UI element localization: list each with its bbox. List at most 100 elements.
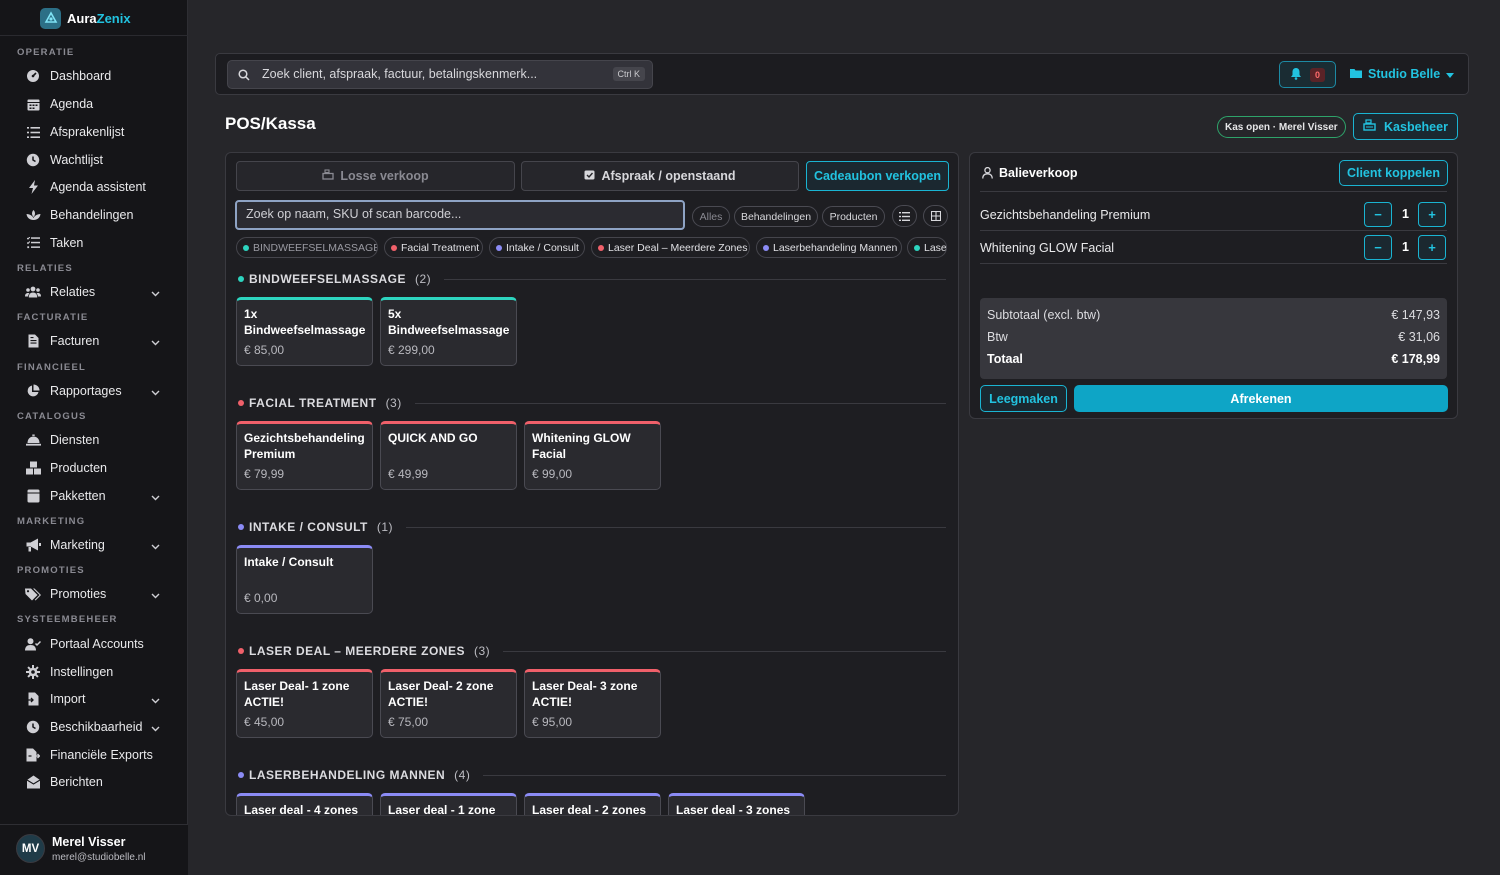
sidebar-item-marketing[interactable]: Marketing: [25, 533, 165, 557]
cart-line-qty: 1: [1402, 207, 1409, 221]
cart-line-name: Gezichtsbehandeling Premium: [980, 207, 1151, 222]
category-name: LASER DEAL – MEERDERE ZONES: [249, 644, 465, 658]
sidebar-item-berichten[interactable]: Berichten: [25, 770, 165, 794]
product-card[interactable]: QUICK AND GO € 49,99: [380, 421, 517, 490]
category-chip[interactable]: Intake / Consult: [489, 237, 585, 258]
sidebar-item-afsprakenlijst[interactable]: Afsprakenlijst: [25, 120, 165, 144]
sidebar-item-portaal-accounts[interactable]: Portaal Accounts: [25, 632, 165, 656]
filter-producten[interactable]: Producten: [822, 206, 885, 227]
product-card[interactable]: Whitening GLOW Facial € 99,00: [524, 421, 661, 490]
sidebar-item-instellingen[interactable]: Instellingen: [25, 660, 165, 684]
notification-count: 0: [1309, 67, 1325, 82]
user-profile[interactable]: MV Merel Visser merel@studiobelle.nl: [0, 824, 188, 875]
pos-products-panel: Losse verkoop Afspraak / openstaand Cade…: [225, 152, 959, 816]
product-card[interactable]: Laser deal - 2 zones: [524, 793, 661, 816]
product-card[interactable]: Laser deal - 3 zones: [668, 793, 805, 815]
sidebar-item-relaties[interactable]: Relaties: [25, 280, 165, 304]
calendar-check-icon: [584, 169, 595, 183]
total-label: Totaal: [987, 352, 1023, 366]
message-icon: [25, 774, 41, 790]
tab-afspraak-openstaand[interactable]: Afspraak / openstaand: [521, 161, 799, 191]
product-card[interactable]: Intake / Consult € 0,00: [236, 545, 373, 614]
product-card[interactable]: 1x Bindweefselmassage € 85,00: [236, 297, 373, 366]
cart-line: Gezichtsbehandeling Premium − 1 +: [980, 199, 1447, 231]
product-card[interactable]: Laser Deal- 1 zone ACTIE! € 45,00: [236, 669, 373, 738]
product-card[interactable]: 5x Bindweefselmassage € 299,00: [380, 297, 517, 366]
filter-behandelingen[interactable]: Behandelingen: [734, 206, 818, 227]
sidebar-item-label: Portaal Accounts: [50, 637, 144, 651]
product-name: Laser Deal- 1 zone ACTIE!: [244, 679, 350, 709]
filter-alles[interactable]: Alles: [692, 206, 730, 227]
sidebar-item-label: Diensten: [50, 433, 100, 447]
sidebar-item-label: Relaties: [50, 285, 96, 299]
grid-view-button[interactable]: [923, 205, 948, 227]
sidebar-item-financi-le-exports[interactable]: Financiële Exports: [25, 743, 165, 767]
increase-qty-button[interactable]: +: [1418, 202, 1446, 227]
global-search[interactable]: Zoek client, afspraak, factuur, betaling…: [227, 60, 653, 89]
sidebar-item-promoties[interactable]: Promoties: [25, 582, 165, 606]
nav-section-systeembeheer: SYSTEEMBEHEER: [17, 614, 118, 625]
product-name: 5x Bindweefselmassage: [388, 307, 510, 337]
category-chip[interactable]: Facial Treatment: [384, 237, 483, 258]
sidebar-item-label: Behandelingen: [50, 208, 134, 222]
product-card[interactable]: Laser deal - 1 zone: [380, 793, 517, 815]
sidebar-item-wachtlijst[interactable]: Wachtlijst: [25, 148, 165, 172]
decrease-qty-button[interactable]: −: [1364, 235, 1392, 260]
sidebar-item-label: Marketing: [50, 538, 105, 552]
kasbeheer-button[interactable]: Kasbeheer: [1353, 113, 1458, 140]
page-title: POS/Kassa: [225, 114, 316, 133]
link-client-button[interactable]: Client koppelen: [1339, 160, 1448, 186]
category-count: (2): [415, 272, 432, 286]
product-card[interactable]: Laser Deal- 3 zone ACTIE! € 95,00: [524, 669, 661, 738]
category-chip[interactable]: Laserbehandeling Mannen: [756, 237, 902, 258]
product-search-input[interactable]: Zoek op naam, SKU of scan barcode...: [235, 200, 685, 230]
sidebar-item-behandelingen[interactable]: Behandelingen: [25, 203, 165, 227]
sidebar-item-import[interactable]: Import: [25, 687, 165, 711]
nav-section-financieel: FINANCIEEL: [17, 362, 86, 373]
sidebar-item-taken[interactable]: Taken: [25, 231, 165, 255]
sidebar-item-facturen[interactable]: Facturen: [25, 329, 165, 353]
category-chip[interactable]: BINDWEEFSELMASSAGE: [236, 237, 378, 258]
app-logo[interactable]: AuraZenix: [40, 7, 131, 29]
category-chip[interactable]: Laser: [907, 237, 947, 258]
product-price: € 75,00: [388, 715, 429, 729]
decrease-qty-button[interactable]: −: [1364, 202, 1392, 227]
category-count: (1): [376, 520, 394, 534]
category-name: LASERBEHANDELING MANNEN: [249, 768, 446, 782]
studio-selector[interactable]: Studio Belle: [1350, 67, 1455, 81]
increase-qty-button[interactable]: +: [1418, 235, 1446, 260]
sidebar-item-rapportages[interactable]: Rapportages: [25, 379, 165, 403]
category-dot-icon: [238, 648, 244, 654]
list-view-button[interactable]: [892, 205, 917, 227]
category-name: FACIAL TREATMENT: [249, 396, 377, 410]
category-chip[interactable]: Laser Deal – Meerdere Zones: [591, 237, 750, 258]
category-divider: [503, 650, 946, 652]
nav-section-catalogus: CATALOGUS: [17, 411, 87, 422]
category-count: (3): [385, 396, 402, 410]
search-input[interactable]: Zoek client, afspraak, factuur, betaling…: [262, 67, 537, 81]
calendar-icon: [25, 96, 41, 112]
product-card[interactable]: Laser deal - 4 zones: [236, 793, 373, 815]
sidebar-item-diensten[interactable]: Diensten: [25, 428, 165, 452]
sidebar-item-producten[interactable]: Producten: [25, 456, 165, 480]
product-card[interactable]: Laser Deal- 2 zone ACTIE! € 75,00: [380, 669, 517, 738]
product-name: Whitening GLOW Facial: [532, 431, 631, 461]
top-bar: Zoek client, afspraak, factuur, betaling…: [215, 53, 1469, 95]
sidebar-item-pakketten[interactable]: Pakketten: [25, 484, 165, 508]
sidebar-item-dashboard[interactable]: Dashboard: [25, 64, 165, 88]
file-import-icon: [25, 691, 41, 707]
sidebar-item-label: Rapportages: [50, 384, 122, 398]
clear-cart-button[interactable]: Leegmaken: [980, 385, 1067, 412]
checkout-button[interactable]: Afrekenen: [1074, 385, 1448, 412]
sidebar-item-agenda-assistent[interactable]: Agenda assistent: [25, 175, 165, 199]
subtotal-label: Subtotaal (excl. btw): [987, 308, 1101, 322]
product-name: Laser deal - 2 zones: [532, 803, 647, 816]
sidebar-item-label: Instellingen: [50, 665, 114, 679]
tab-losse-verkoop[interactable]: Losse verkoop: [236, 161, 515, 191]
notifications-button[interactable]: 0: [1279, 61, 1336, 88]
product-card[interactable]: Gezichtsbehandeling Premium € 79,99: [236, 421, 373, 490]
sidebar-item-agenda[interactable]: Agenda: [25, 92, 165, 116]
cart-title: Balieverkoop: [999, 166, 1078, 180]
tab-cadeaubon-verkopen[interactable]: Cadeaubon verkopen: [806, 161, 949, 191]
sidebar-item-beschikbaarheid[interactable]: Beschikbaarheid: [25, 715, 165, 739]
